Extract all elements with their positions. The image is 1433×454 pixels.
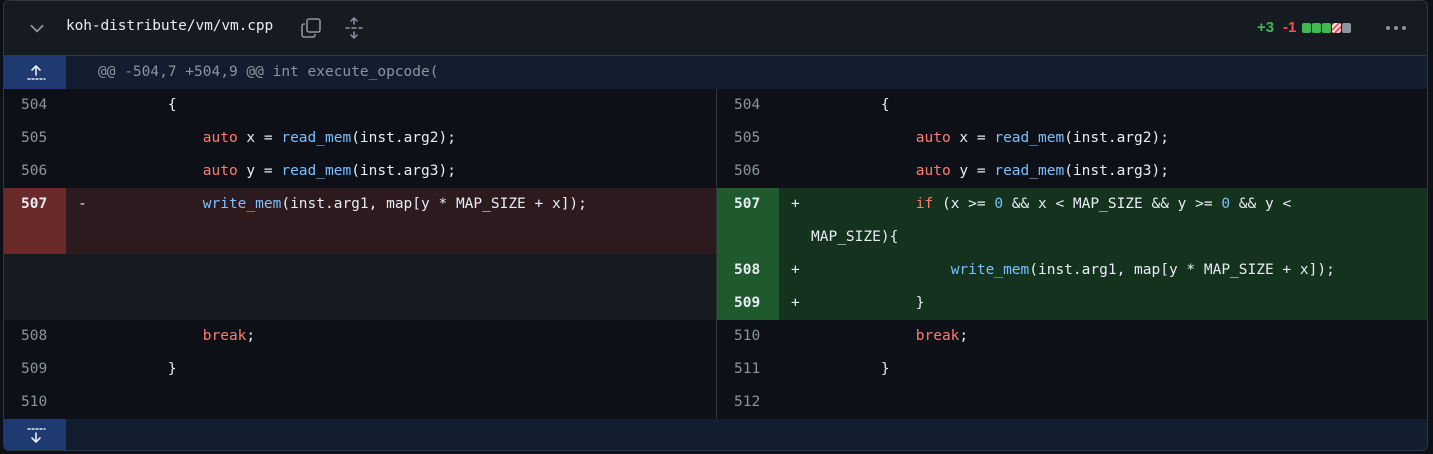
code-line: break; xyxy=(202,328,256,344)
diff-right-pane: 504 { 505 auto x = read_mem(inst.arg2); … xyxy=(717,89,1427,419)
diff-row-added: 507 + if (x >= 0 && x < MAP_SIZE && y >=… xyxy=(717,188,1427,254)
unfold-icon[interactable] xyxy=(344,17,364,39)
diff-row: 510 xyxy=(4,386,716,419)
copy-icon[interactable] xyxy=(300,17,322,39)
expand-down-icon xyxy=(27,428,46,443)
code-line: auto x = read_mem(inst.arg2); xyxy=(915,130,1169,146)
line-number[interactable]: 507 xyxy=(4,188,66,254)
deletions-count: -1 xyxy=(1283,19,1297,36)
diff-row-empty xyxy=(4,254,716,320)
line-number[interactable]: 510 xyxy=(717,320,779,353)
line-number[interactable]: 510 xyxy=(4,386,66,419)
chevron-down-icon[interactable] xyxy=(28,19,46,37)
line-number[interactable]: 509 xyxy=(4,353,66,386)
hunk-header-text: @@ -504,7 +504,9 @@ int execute_opcode( xyxy=(98,64,439,80)
file-header: koh-distribute/vm/vm.cpp +3 -1 xyxy=(4,1,1427,56)
diffstat-block xyxy=(1332,23,1341,33)
line-number[interactable]: 505 xyxy=(717,122,779,155)
diff-marker: + xyxy=(791,196,800,212)
diff-marker: + xyxy=(791,295,800,311)
diff-row: 504 { xyxy=(717,89,1427,122)
diff-row-added: 508 + write_mem(inst.arg1, map[y * MAP_S… xyxy=(717,254,1427,287)
code-line: auto x = read_mem(inst.arg2); xyxy=(202,130,456,146)
diffstat-block xyxy=(1302,23,1311,33)
diff-row: 506 auto y = read_mem(inst.arg3); xyxy=(717,155,1427,188)
line-number[interactable]: 505 xyxy=(4,122,66,155)
expand-up-button[interactable] xyxy=(4,56,66,89)
diff-row: 505 auto x = read_mem(inst.arg2); xyxy=(4,122,716,155)
line-number[interactable]: 509 xyxy=(717,287,779,320)
diff-row: 506 auto y = read_mem(inst.arg3); xyxy=(4,155,716,188)
hunk-header: @@ -504,7 +504,9 @@ int execute_opcode( xyxy=(4,56,1427,89)
diff-row: 510 break; xyxy=(717,320,1427,353)
line-number[interactable]: 508 xyxy=(717,254,779,287)
code-line: { xyxy=(811,97,890,113)
line-number[interactable]: 506 xyxy=(4,155,66,188)
line-number[interactable]: 507 xyxy=(717,188,779,254)
code-line: break; xyxy=(915,328,969,344)
file-path[interactable]: koh-distribute/vm/vm.cpp xyxy=(66,18,273,34)
diff-row: 509 } xyxy=(4,353,716,386)
code-line: } xyxy=(98,361,177,377)
diffstat-block xyxy=(1342,23,1351,33)
code-line: } xyxy=(811,295,925,311)
diff-row-deleted: 507 - write_mem(inst.arg1, map[y * MAP_S… xyxy=(4,188,716,254)
code-line: write_mem(inst.arg1, map[y * MAP_SIZE + … xyxy=(950,262,1335,278)
code-line: auto y = read_mem(inst.arg3); xyxy=(915,163,1169,179)
diff-row: 511 } xyxy=(717,353,1427,386)
code-line: if (x >= 0 && x < MAP_SIZE && y >= 0 && … xyxy=(915,196,1292,212)
diff-row: 512 xyxy=(717,386,1427,419)
line-number[interactable]: 512 xyxy=(717,386,779,419)
diff-row: 504 { xyxy=(4,89,716,122)
diffstat-bar xyxy=(1302,23,1351,33)
line-number[interactable]: 504 xyxy=(4,89,66,122)
code-line: auto y = read_mem(inst.arg3); xyxy=(202,163,456,179)
diff-file-container: koh-distribute/vm/vm.cpp +3 -1 @@ -504,7… xyxy=(3,0,1428,451)
diff-marker: - xyxy=(78,196,87,212)
expand-up-icon xyxy=(27,65,46,80)
expand-down-button[interactable] xyxy=(4,419,66,450)
code-line: } xyxy=(811,361,890,377)
diff-marker: + xyxy=(791,262,800,278)
line-number[interactable]: 511 xyxy=(717,353,779,386)
diff-row-added: 509 + } xyxy=(717,287,1427,320)
line-number[interactable]: 504 xyxy=(717,89,779,122)
code-line-wrap: MAP_SIZE){ xyxy=(811,229,899,245)
kebab-icon[interactable] xyxy=(1384,19,1408,37)
diff-left-pane: 504 { 505 auto x = read_mem(inst.arg2); … xyxy=(4,89,716,419)
additions-count: +3 xyxy=(1257,19,1275,36)
diffstat-block xyxy=(1312,23,1321,33)
code-line: write_mem(inst.arg1, map[y * MAP_SIZE + … xyxy=(202,196,587,212)
line-number[interactable]: 508 xyxy=(4,320,66,353)
diff-row: 508 break; xyxy=(4,320,716,353)
diff-row: 505 auto x = read_mem(inst.arg2); xyxy=(717,122,1427,155)
hunk-footer xyxy=(4,419,1427,450)
diffstat-block xyxy=(1322,23,1331,33)
code-line: { xyxy=(98,97,177,113)
line-number[interactable]: 506 xyxy=(717,155,779,188)
